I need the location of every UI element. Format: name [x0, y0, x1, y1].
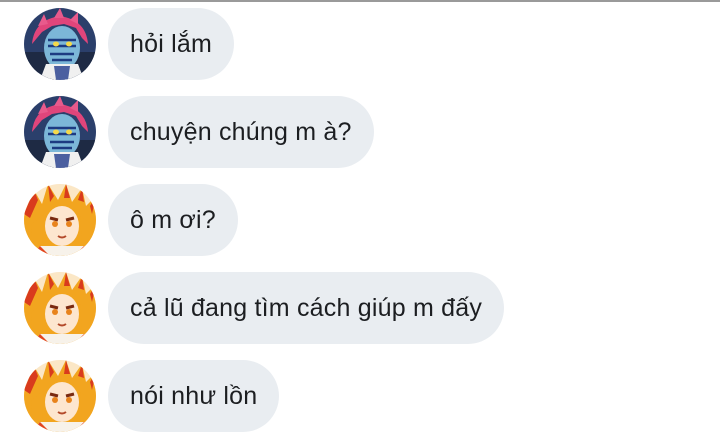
message-row: cả lũ đang tìm cách giúp m đấy: [0, 264, 720, 344]
message-row: ô m ơi?: [0, 176, 720, 256]
chat-message-list[interactable]: hỏi lắm chuyện chúng m à? ô m ơi? cả lũ …: [0, 0, 720, 439]
message-bubble[interactable]: cả lũ đang tìm cách giúp m đấy: [108, 272, 505, 344]
message-bubble[interactable]: hỏi lắm: [108, 8, 234, 80]
rengoku-avatar[interactable]: [24, 184, 96, 256]
message-bubble[interactable]: nói như lồn: [108, 360, 280, 432]
message-text: cả lũ đang tìm cách giúp m đấy: [130, 293, 483, 322]
message-bubble[interactable]: ô m ơi?: [108, 184, 238, 256]
message-row: chuyện chúng m à?: [0, 88, 720, 168]
message-text: nói như lồn: [130, 381, 258, 410]
akaza-avatar[interactable]: [24, 96, 96, 168]
message-row: hỏi lắm: [0, 0, 720, 80]
rengoku-avatar[interactable]: [24, 360, 96, 432]
message-row: nói như lồn: [0, 352, 720, 432]
rengoku-avatar[interactable]: [24, 272, 96, 344]
message-text: ô m ơi?: [130, 205, 216, 234]
message-bubble[interactable]: chuyện chúng m à?: [108, 96, 374, 168]
message-text: chuyện chúng m à?: [130, 117, 352, 146]
message-text: hỏi lắm: [130, 29, 212, 58]
akaza-avatar[interactable]: [24, 8, 96, 80]
